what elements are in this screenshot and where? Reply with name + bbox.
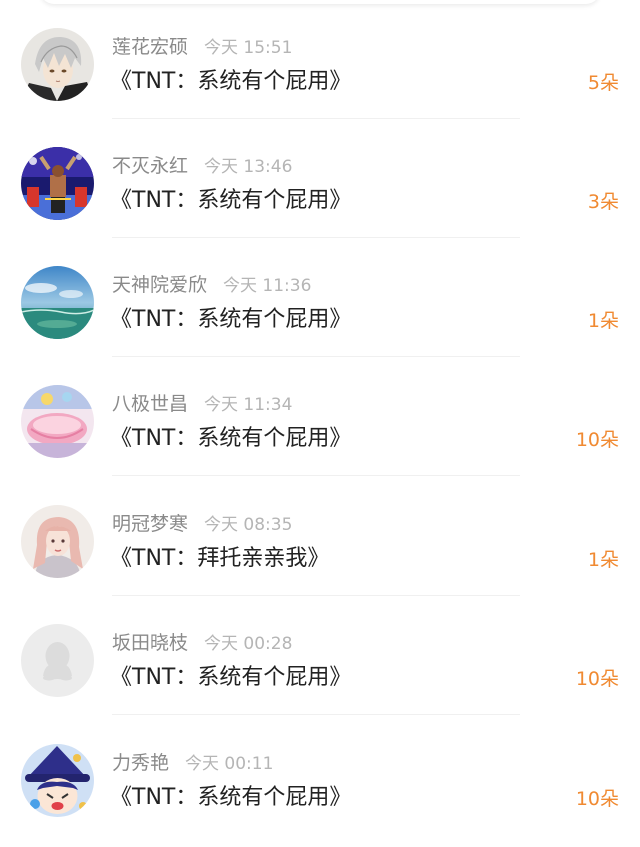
- divider: [112, 475, 520, 476]
- user-name[interactable]: 八极世昌: [112, 393, 188, 415]
- avatar[interactable]: [21, 147, 94, 220]
- record-meta: 莲花宏硕 今天 15:51: [112, 34, 292, 60]
- list-item[interactable]: 天神院爱欣 今天 11:36 《TNT：系统有个屁用》 1朵: [0, 238, 640, 357]
- user-name[interactable]: 坂田晓枝: [112, 632, 188, 654]
- list-item[interactable]: 不灭永红 今天 13:46 《TNT：系统有个屁用》 3朵: [0, 119, 640, 238]
- record-meta: 天神院爱欣 今天 11:36: [112, 272, 311, 298]
- user-name[interactable]: 天神院爱欣: [112, 274, 207, 296]
- user-name[interactable]: 明冠梦寒: [112, 513, 188, 535]
- avatar[interactable]: [21, 266, 94, 339]
- record-meta: 八极世昌 今天 11:34: [112, 391, 292, 417]
- divider: [112, 714, 520, 715]
- record-meta: 明冠梦寒 今天 08:35: [112, 511, 292, 537]
- avatar[interactable]: [21, 505, 94, 578]
- flower-count: 1朵: [587, 310, 619, 332]
- cartoon-witch-avatar-icon: [21, 744, 94, 817]
- user-name[interactable]: 莲花宏硕: [112, 36, 188, 58]
- avatar[interactable]: [21, 28, 94, 101]
- book-title[interactable]: 《TNT：系统有个屁用》: [110, 66, 351, 98]
- list-item[interactable]: 坂田晓枝 今天 00:28 《TNT：系统有个屁用》 10朵: [0, 596, 640, 715]
- record-meta: 力秀艳 今天 00:11: [112, 750, 273, 776]
- timestamp: 今天 00:11: [185, 754, 274, 774]
- book-title[interactable]: 《TNT：系统有个屁用》: [110, 782, 351, 814]
- book-title[interactable]: 《TNT：拜托亲亲我》: [110, 543, 329, 575]
- timestamp: 今天 11:34: [204, 395, 293, 415]
- default-penguin-avatar-icon: [21, 624, 94, 697]
- timestamp: 今天 15:51: [204, 38, 293, 58]
- timestamp: 今天 11:36: [223, 276, 312, 296]
- book-title[interactable]: 《TNT：系统有个屁用》: [110, 662, 351, 694]
- pink-dessert-avatar-icon: [21, 385, 94, 458]
- flower-count: 10朵: [575, 788, 619, 810]
- list-item[interactable]: 八极世昌 今天 11:34 《TNT：系统有个屁用》 10朵: [0, 357, 640, 476]
- record-meta: 不灭永红 今天 13:46: [112, 153, 292, 179]
- list-item[interactable]: 莲花宏硕 今天 15:51 《TNT：系统有个屁用》 5朵: [0, 0, 640, 119]
- list-item[interactable]: 明冠梦寒 今天 08:35 《TNT：拜托亲亲我》 1朵: [0, 477, 640, 596]
- flower-count: 3朵: [587, 191, 619, 213]
- timestamp: 今天 13:46: [204, 157, 293, 177]
- flower-count: 1朵: [587, 549, 619, 571]
- record-meta: 坂田晓枝 今天 00:28: [112, 630, 292, 656]
- avatar[interactable]: [21, 624, 94, 697]
- girl-portrait-avatar-icon: [21, 505, 94, 578]
- ocean-sky-avatar-icon: [21, 266, 94, 339]
- anime-silver-hair-avatar-icon: [21, 28, 94, 101]
- user-name[interactable]: 力秀艳: [112, 752, 169, 774]
- timestamp: 今天 08:35: [204, 515, 293, 535]
- flower-count: 5朵: [587, 72, 619, 94]
- book-title[interactable]: 《TNT：系统有个屁用》: [110, 304, 351, 336]
- avatar[interactable]: [21, 385, 94, 458]
- user-name[interactable]: 不灭永红: [112, 155, 188, 177]
- flower-count: 10朵: [575, 429, 619, 451]
- list-item[interactable]: 力秀艳 今天 00:11 《TNT：系统有个屁用》 10朵: [0, 716, 640, 835]
- flower-count: 10朵: [575, 668, 619, 690]
- book-title[interactable]: 《TNT：系统有个屁用》: [110, 423, 351, 455]
- avatar[interactable]: [21, 744, 94, 817]
- book-title[interactable]: 《TNT：系统有个屁用》: [110, 185, 351, 217]
- timestamp: 今天 00:28: [204, 634, 293, 654]
- stage-performer-avatar-icon: [21, 147, 94, 220]
